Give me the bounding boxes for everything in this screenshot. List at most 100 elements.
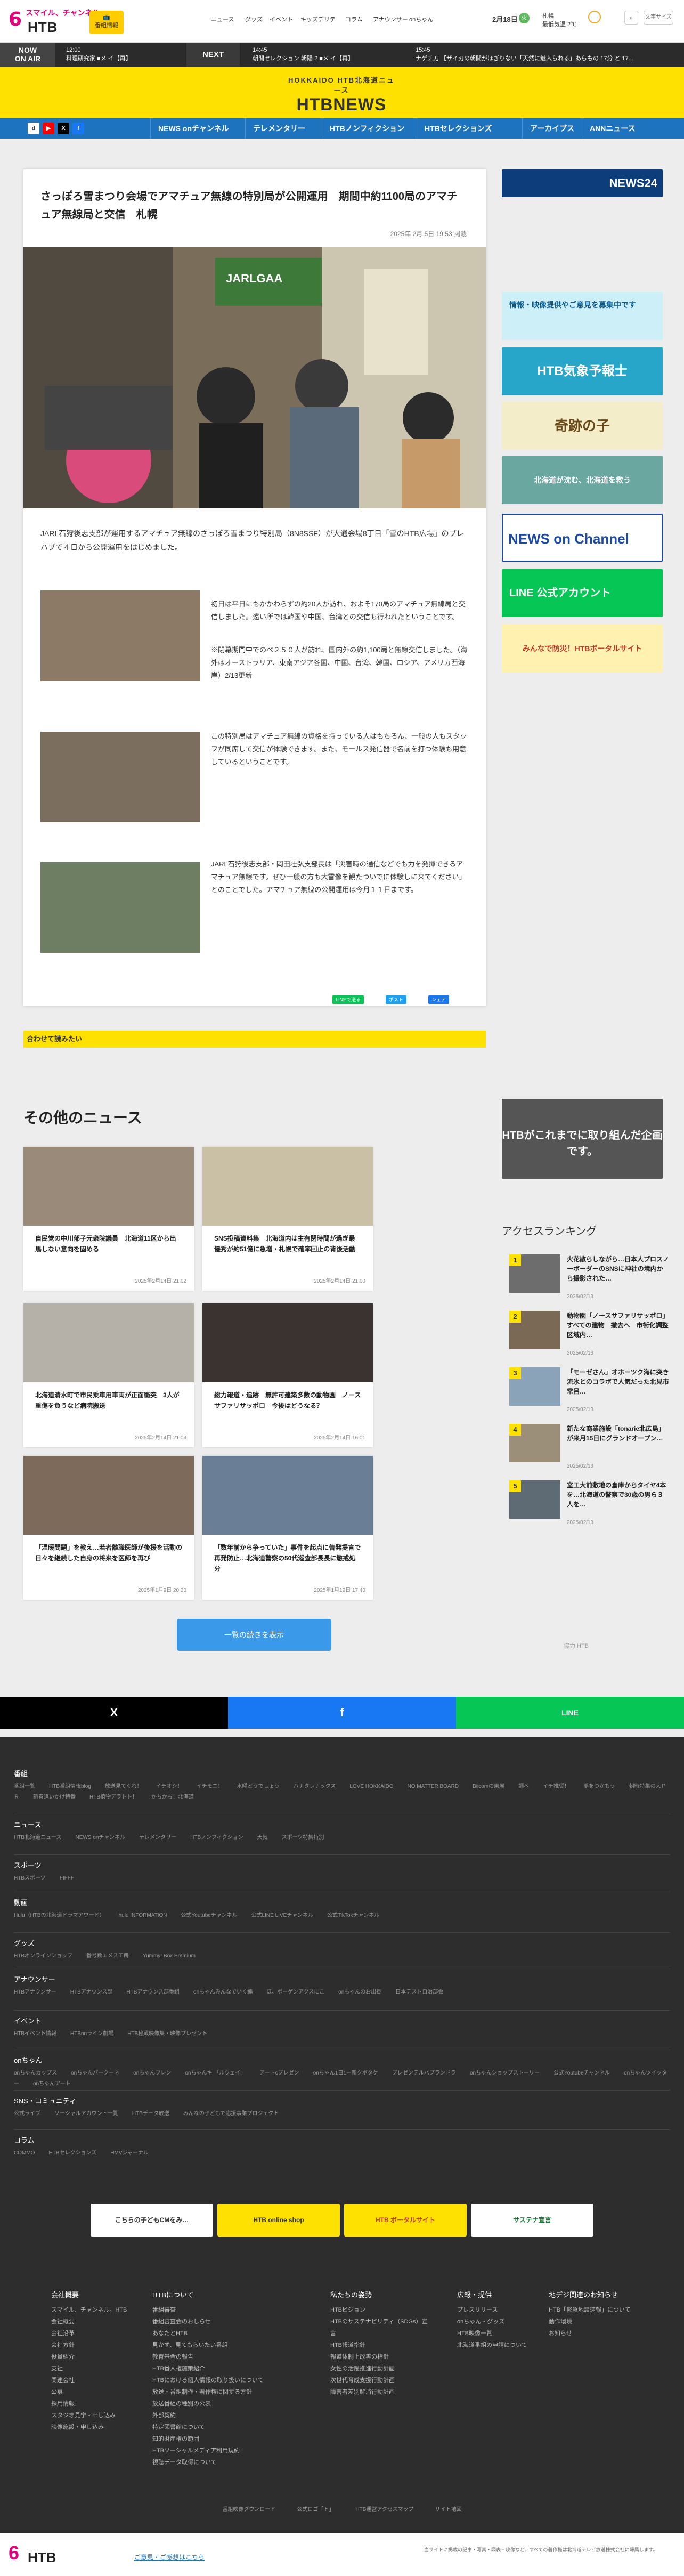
htb-projects-video[interactable]: HTBがこれまでに取り組んだ企画です。: [502, 1099, 663, 1179]
news-card[interactable]: 自民党の中川郁子元衆院議員 北海道11区から出馬しない意向を固める 2025年2月…: [23, 1147, 194, 1291]
footer-column-link[interactable]: 教育基金の報告: [152, 2351, 312, 2363]
footer-link[interactable]: HTBアナウンス部: [70, 1989, 113, 1995]
footer-link[interactable]: 放送見てくれ！: [105, 1784, 142, 1789]
logo-htb[interactable]: HTB: [28, 19, 58, 36]
footer-column-title[interactable]: HTBについて: [152, 2289, 312, 2301]
footer-column-link[interactable]: 障害者差別解消行動計画: [330, 2386, 431, 2398]
footer-link[interactable]: HTBノンフィクション: [190, 1835, 243, 1841]
footer-link[interactable]: アートcプレゼン: [259, 2070, 299, 2076]
footer-column-link[interactable]: プレスリリース: [457, 2304, 558, 2316]
footer-column-link[interactable]: 番組審査: [152, 2304, 312, 2316]
footer-column-link[interactable]: 北海道番組の申請について: [457, 2339, 558, 2351]
footer-banner[interactable]: HTB ボータルサイト: [344, 2204, 467, 2237]
weather-summary[interactable]: 札幌 最低気温 2℃: [542, 12, 576, 29]
footer-section-title[interactable]: グッズ: [14, 1938, 670, 1948]
footer-link[interactable]: 公式TikTokチャンネル: [327, 1913, 379, 1918]
top-nav-3[interactable]: キッズデリテ: [300, 15, 336, 23]
htb-news-logo[interactable]: HOKKAIDO HTB北海道ニュース HTBNEWS: [286, 75, 397, 114]
footer-column-link[interactable]: スタジオ見学・申し込み: [51, 2410, 152, 2421]
next-program[interactable]: 14:45 朝間セレクション 朝陽 2 ■メ イ【再】: [253, 46, 412, 63]
footer-column-link[interactable]: HTBのサステナビリティ（SDGs）宣言: [330, 2316, 431, 2339]
footer-link[interactable]: HTBスポーツ: [14, 1875, 46, 1881]
nav-item-0[interactable]: NEWS onチャンネル: [150, 118, 237, 139]
footer-banner[interactable]: HTB online shop: [217, 2204, 340, 2237]
footer-link[interactable]: 夢をつかもう: [583, 1784, 615, 1789]
footer-link[interactable]: 公式Youtubeチャンネル: [181, 1913, 238, 1918]
footer-column-title[interactable]: 地デジ関連のお知らせ: [549, 2289, 650, 2301]
footer-banner[interactable]: サステナ宣言: [471, 2204, 593, 2237]
footer-link[interactable]: かちかち！北海道: [151, 1794, 194, 1800]
footer-column-link[interactable]: HTB「緊急地震速報」について: [549, 2304, 650, 2316]
footer-link[interactable]: HTB秘蔵映像集・映像プレゼント: [127, 2031, 207, 2037]
footer-link[interactable]: onちゃんショップストーリー: [470, 2070, 540, 2076]
footer-link[interactable]: onちゃんカップス: [14, 2070, 57, 2076]
footer-section-title[interactable]: ニュース: [14, 1819, 670, 1829]
footer-link[interactable]: HMVジャーナル: [110, 2150, 149, 2156]
x-icon[interactable]: X: [58, 123, 69, 134]
footer-link[interactable]: onちゃん1日1ー新クボタケ: [313, 2070, 378, 2076]
youtube-icon[interactable]: ▶: [43, 123, 54, 134]
nav-item-1[interactable]: テレメンタリー: [245, 118, 313, 139]
footer-link[interactable]: イチ推奨！: [543, 1784, 569, 1789]
footer-column-link[interactable]: あなたとHTB: [152, 2328, 312, 2339]
footer-column-title[interactable]: 私たちの姿勢: [330, 2289, 431, 2301]
x-share-button[interactable]: X: [0, 1697, 228, 1729]
news24-banner[interactable]: NEWS24: [502, 169, 663, 197]
footer-link[interactable]: 公式Youtubeチャンネル: [553, 2070, 610, 2076]
facebook-icon[interactable]: f: [72, 123, 84, 134]
footer-column-link[interactable]: 動作環境: [549, 2316, 650, 2328]
footer-link[interactable]: Yummy! Box Premium: [143, 1953, 196, 1959]
footer-column-link[interactable]: 放送・番組制作・著作権に関する方針: [152, 2386, 312, 2398]
footer-link[interactable]: onちゃんアート: [33, 2081, 71, 2087]
footer-column-link[interactable]: 関連会社: [51, 2375, 152, 2386]
footer-link[interactable]: hulu INFORMATION: [119, 1913, 167, 1918]
footer-link[interactable]: FIFFF: [60, 1875, 74, 1881]
footer-link[interactable]: 新春追いかけ特番: [33, 1794, 76, 1800]
footer-column-link[interactable]: 役員紹介: [51, 2351, 152, 2363]
footer-link[interactable]: onちゃんパークーネ: [71, 2070, 119, 2076]
footer-link[interactable]: COMMO: [14, 2150, 35, 2156]
footer-link[interactable]: 公式ライブ: [14, 2111, 40, 2117]
nav-item-4[interactable]: アーカイブス: [522, 118, 582, 139]
ranking-item[interactable]: 3 「モーゼさん」オホーツク海に突き 流氷とのコラボで人気だった北見市常呂… 202…: [509, 1367, 675, 1421]
footer-link[interactable]: Hulu（HTBの北海道ドラマアワード）: [14, 1913, 105, 1918]
bottom-logo-6[interactable]: 6: [9, 2542, 19, 2564]
footer-link[interactable]: LOVE HOKKAIDO: [349, 1784, 393, 1789]
footer-section-title[interactable]: アナウンサー: [14, 1974, 670, 1984]
top-nav-0[interactable]: ニュース: [211, 15, 234, 23]
footer-link[interactable]: onちゃんフレン: [133, 2070, 171, 2076]
tiktok-icon[interactable]: d: [28, 123, 39, 134]
footer-link[interactable]: 水曜どうでしょう: [237, 1784, 280, 1789]
top-nav-6[interactable]: onちゃん: [409, 15, 433, 23]
footer-link[interactable]: onちゃんみんなでいく編: [193, 1989, 253, 1995]
footer-column-link[interactable]: 外部契約: [152, 2410, 312, 2421]
footer-column-link[interactable]: 放送番組の種別の公表: [152, 2398, 312, 2410]
footer-column-link[interactable]: 見かず、見てもらいたい番組: [152, 2339, 312, 2351]
footer-section-title[interactable]: スポーツ: [14, 1860, 670, 1870]
footer-link[interactable]: ハナタレナックス: [294, 1784, 336, 1789]
footer-column-link[interactable]: HTB映像一覧: [457, 2328, 558, 2339]
search-icon[interactable]: ⌕: [624, 11, 638, 25]
miracle-child-banner[interactable]: 奇跡の子: [502, 402, 663, 450]
ranking-item[interactable]: 1 火花散らしながら…日本人プロスノーボーダーのSNSに神社の境内から撮影された……: [509, 1254, 669, 1308]
footer-link[interactable]: ほ、ポーゲンアクスにこ: [266, 1989, 324, 1995]
footer-link[interactable]: onちゃんキ 「ルウェイ」: [185, 2070, 246, 2076]
line-share-bar-button[interactable]: LINE: [456, 1697, 684, 1729]
footer-section-title[interactable]: onちゃん: [14, 2055, 670, 2065]
footer-link[interactable]: 公式LINE LIVEチャンネル: [251, 1913, 313, 1918]
footer-link[interactable]: HTBonライン劇場: [70, 2031, 113, 2037]
news-card[interactable]: 「温暖問題」を教え…若者離職医師が後援を活動の日々を継続した自身の将来を医師を再…: [23, 1456, 194, 1600]
footer-link[interactable]: 番号数エメス工房: [86, 1953, 129, 1959]
footer-link[interactable]: テレメンタリー: [139, 1835, 176, 1841]
footer-section-title[interactable]: SNS・コミュニティ: [14, 2095, 670, 2105]
footer-column-link[interactable]: 女性の活躍推進行動計画: [330, 2363, 431, 2375]
footer-column-link[interactable]: HTBにおける個人情報の取り扱いについて: [152, 2375, 312, 2386]
footer-column-title[interactable]: 広報・提供: [457, 2289, 558, 2301]
footer-link[interactable]: HTBイベント情報: [14, 2031, 56, 2037]
footer-link[interactable]: onちゃんのお出掛: [338, 1989, 381, 1995]
footer-link[interactable]: HTB植物デラトト！: [89, 1794, 137, 1800]
footer-column-link[interactable]: HTB番人権施策紹介: [152, 2363, 312, 2375]
footer-section-title[interactable]: 動画: [14, 1897, 670, 1907]
info-submission-banner[interactable]: 情報・映像提供やご意見を募集中です: [502, 292, 663, 340]
news-card[interactable]: 総力報道・追跡 無許可建築多数の動物園 ノースサファリサッポロ 今後はどうなる？…: [202, 1303, 373, 1447]
